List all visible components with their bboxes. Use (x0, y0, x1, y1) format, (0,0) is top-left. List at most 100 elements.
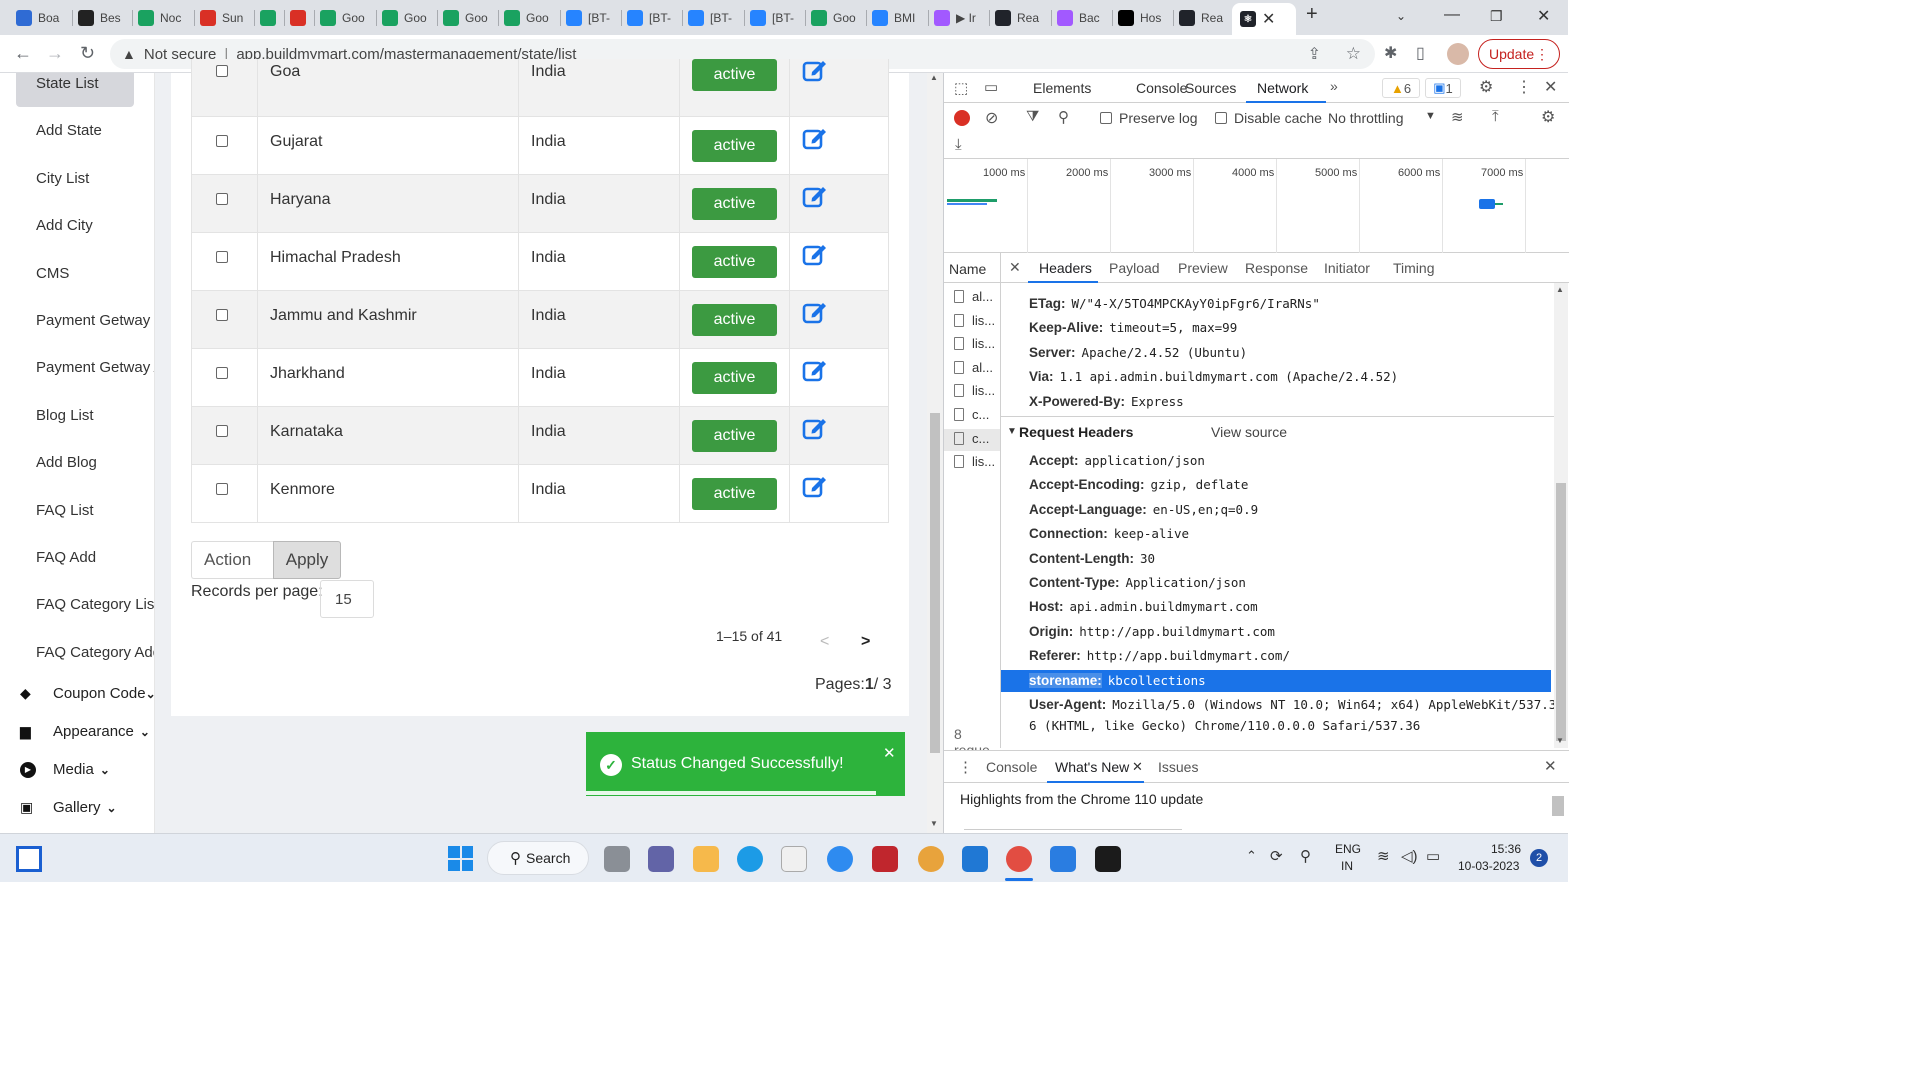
drawer-tab[interactable]: Issues (1158, 759, 1198, 775)
clock-date[interactable]: 10-03-2023 (1458, 859, 1519, 873)
browser-tab[interactable]: Bes (78, 4, 132, 32)
sidebar-group-media[interactable]: ▶ Media ⌄ (20, 761, 110, 778)
bookmark-star-icon[interactable]: ☆ (1346, 44, 1361, 64)
sidebar-item[interactable]: Add State (36, 122, 102, 139)
region-indicator[interactable]: IN (1341, 859, 1353, 873)
active-status-button[interactable]: active (692, 59, 777, 91)
request-headers-title[interactable]: Request Headers (1019, 424, 1133, 440)
detail-tab-response[interactable]: Response (1245, 260, 1308, 276)
share-icon[interactable]: ⇪ (1308, 44, 1321, 64)
browser-tab[interactable]: Hos (1118, 4, 1172, 32)
header-storename[interactable]: storename: kbcollections (1029, 672, 1206, 688)
clock-time[interactable]: 15:36 (1491, 842, 1521, 856)
request-row[interactable]: c... (944, 405, 1000, 427)
page-scrollbar-thumb[interactable] (930, 413, 940, 753)
detail-scrollbar-thumb[interactable] (1556, 483, 1566, 741)
import-har-icon[interactable]: ⤒ (1492, 108, 1499, 125)
name-column-header[interactable]: Name (944, 253, 1001, 283)
sidebar-item[interactable]: CMS (36, 265, 69, 282)
chrome-icon[interactable] (1006, 846, 1032, 872)
edit-icon[interactable] (802, 357, 828, 386)
inspect-icon[interactable]: ⬚ (954, 79, 968, 97)
header-keep-alive[interactable]: Keep-Alive: timeout=5, max=99 (1029, 320, 1237, 335)
sidepanel-icon[interactable]: ▯ (1416, 43, 1425, 63)
forward-icon[interactable]: → (46, 43, 64, 64)
browser-tab[interactable]: Goo (811, 4, 865, 32)
filter-icon[interactable]: ⧩ (1026, 108, 1039, 125)
detail-tab-headers[interactable]: Headers (1039, 260, 1092, 276)
header-origin[interactable]: Origin: http://app.buildmymart.com (1029, 624, 1275, 639)
close-whats-new-icon[interactable]: ✕ (1132, 759, 1143, 775)
drawer-scrollbar-thumb[interactable] (1552, 796, 1564, 816)
header-content-length[interactable]: Content-Length: 30 (1029, 551, 1155, 566)
drawer-tab[interactable]: What's New (1055, 759, 1129, 775)
header-referer[interactable]: Referer: http://app.buildmymart.com/ (1029, 648, 1290, 663)
browser-tab[interactable]: ▶ Ir (934, 4, 988, 32)
chrome-profile-icon[interactable] (918, 846, 944, 872)
edit-icon[interactable] (802, 299, 828, 328)
desktop-widget-icon[interactable] (16, 846, 42, 872)
request-row[interactable]: al... (944, 358, 1000, 380)
row-checkbox[interactable] (216, 309, 228, 321)
close-devtools-icon[interactable]: ✕ (1544, 77, 1557, 97)
edit-icon[interactable] (802, 57, 828, 86)
active-status-button[interactable]: active (692, 304, 777, 336)
request-row[interactable]: al... (944, 287, 1000, 309)
detail-tab-timing[interactable]: Timing (1393, 260, 1435, 276)
row-checkbox[interactable] (216, 367, 228, 379)
browser-tab[interactable]: BMI (872, 4, 926, 32)
drawer-menu-icon[interactable]: ⋮ (958, 758, 973, 776)
records-per-page-input[interactable]: 15 (320, 580, 374, 618)
browser-tab[interactable]: Goo (443, 4, 497, 32)
active-status-button[interactable]: active (692, 188, 777, 220)
kebab-menu-icon[interactable]: ⋮ (1516, 77, 1532, 97)
browser-tab[interactable]: Goo (320, 4, 374, 32)
header-content-type[interactable]: Content-Type: Application/json (1029, 575, 1246, 590)
row-checkbox[interactable] (216, 483, 228, 495)
device-toggle-icon[interactable]: ▭ (984, 78, 998, 96)
network-conditions-icon[interactable]: ≋ (1451, 108, 1464, 126)
terminal-icon[interactable] (1095, 846, 1121, 872)
mic-icon[interactable]: ⚲ (1300, 847, 1311, 865)
tab-search-icon[interactable]: ⌄ (1396, 9, 1406, 23)
browser-tab[interactable]: Goo (382, 4, 436, 32)
detail-tab-preview[interactable]: Preview (1178, 260, 1228, 276)
close-window-icon[interactable]: ✕ (1537, 6, 1550, 26)
tab-active[interactable]: ⚛ ✕ (1232, 3, 1296, 35)
header-host[interactable]: Host: api.admin.buildmymart.com (1029, 599, 1258, 614)
header-connection[interactable]: Connection: keep-alive (1029, 526, 1189, 541)
header-user-agent[interactable]: User-Agent: Mozilla/5.0 (Windows NT 10.0;… (1029, 697, 1556, 712)
tray-chevron-icon[interactable]: ⌃ (1246, 848, 1257, 864)
sidebar-group-coupon-code[interactable]: ◆ Coupon Code ⌄ (20, 685, 154, 702)
extensions-icon[interactable]: ✱ (1384, 43, 1397, 63)
throttling-dropdown-icon[interactable]: ▼ (1425, 110, 1436, 122)
back-icon[interactable]: ← (14, 43, 32, 64)
file-explorer-icon[interactable] (693, 846, 719, 872)
browser-tab[interactable]: [BT- (688, 4, 742, 32)
header-accept-encoding[interactable]: Accept-Encoding: gzip, deflate (1029, 477, 1248, 492)
collapse-triangle-icon[interactable]: ▼ (1007, 426, 1017, 437)
settings-gear-icon[interactable]: ⚙ (1479, 77, 1493, 97)
sidebar-item[interactable]: FAQ Category Add (36, 644, 154, 661)
browser-tab[interactable]: [BT- (627, 4, 681, 32)
vscode-icon[interactable] (962, 846, 988, 872)
edit-icon[interactable] (802, 473, 828, 502)
sidebar-item[interactable]: Blog List (36, 407, 94, 424)
sidebar-item[interactable]: Payment Getway I (36, 312, 154, 329)
sidebar-item[interactable]: FAQ List (36, 502, 94, 519)
request-row[interactable]: c... (944, 428, 1000, 451)
record-icon[interactable] (954, 110, 970, 126)
active-status-button[interactable]: active (692, 246, 777, 278)
messages-badge[interactable]: ▣ 1 (1425, 78, 1461, 98)
drawer-tab[interactable]: Console (986, 759, 1037, 775)
browser-tab[interactable]: Sun (200, 4, 254, 32)
prev-page-icon[interactable]: < (820, 633, 829, 651)
export-har-icon[interactable]: ⤓ (955, 136, 962, 153)
browser-tab[interactable]: Rea (1179, 4, 1233, 32)
detail-tab-initiator[interactable]: Initiator (1324, 260, 1370, 276)
header-server[interactable]: Server: Apache/2.4.52 (Ubuntu) (1029, 345, 1247, 360)
header-etag[interactable]: ETag: W/"4-X/5TO4MPCKAyY0ipFgr6/IraRNs" (1029, 296, 1320, 311)
view-source-link[interactable]: View source (1211, 424, 1287, 440)
request-row[interactable]: lis... (944, 381, 1000, 403)
minimize-icon[interactable]: — (1444, 6, 1460, 24)
